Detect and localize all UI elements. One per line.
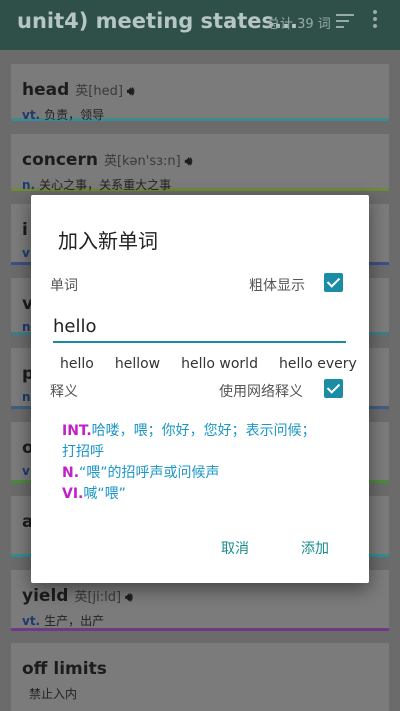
definition-pos: INT. — [62, 423, 92, 439]
definition-pos: VI. — [62, 486, 84, 502]
definition-list: INT.哈喽，喂；你好，您好；表示问候；打招呼 N.“喂”的招呼声或问候声 VI… — [62, 421, 322, 505]
definition-pos: N. — [62, 465, 80, 481]
add-word-dialog: 加入新单词 单词 粗体显示 hellohellowhello worldhell… — [31, 195, 369, 583]
suggestion-list: hello hellow hello world hello every — [60, 353, 369, 373]
web-meaning-checkbox[interactable] — [324, 379, 343, 398]
word-input[interactable] — [53, 311, 346, 343]
definition-line: VI.喊“喂” — [62, 484, 322, 505]
suggestion-item[interactable]: hellow — [115, 356, 160, 372]
web-meaning-label: 使用网络释义 — [219, 384, 303, 400]
definition-line: N.“喂”的招呼声或问候声 — [62, 463, 322, 484]
dialog-title: 加入新单词 — [58, 229, 158, 253]
suggestion-item[interactable]: hello — [60, 356, 94, 372]
word-label: 单词 — [50, 278, 78, 294]
definition-text: “喂”的招呼声或问候声 — [79, 465, 220, 481]
definition-line: INT.哈喽，喂；你好，您好；表示问候；打招呼 — [62, 421, 322, 463]
bold-label: 粗体显示 — [249, 278, 305, 294]
definition-text: 喊“喂” — [83, 486, 126, 502]
meaning-label: 释义 — [50, 384, 78, 400]
suggestion-item[interactable]: hello every — [279, 356, 357, 372]
cancel-button[interactable]: 取消 — [221, 538, 249, 558]
bold-checkbox[interactable] — [324, 273, 343, 292]
definition-text: 哈喽，喂；你好，您好；表示问候；打招呼 — [62, 423, 316, 460]
add-button[interactable]: 添加 — [301, 538, 329, 558]
suggestion-item[interactable]: hello world — [181, 356, 258, 372]
